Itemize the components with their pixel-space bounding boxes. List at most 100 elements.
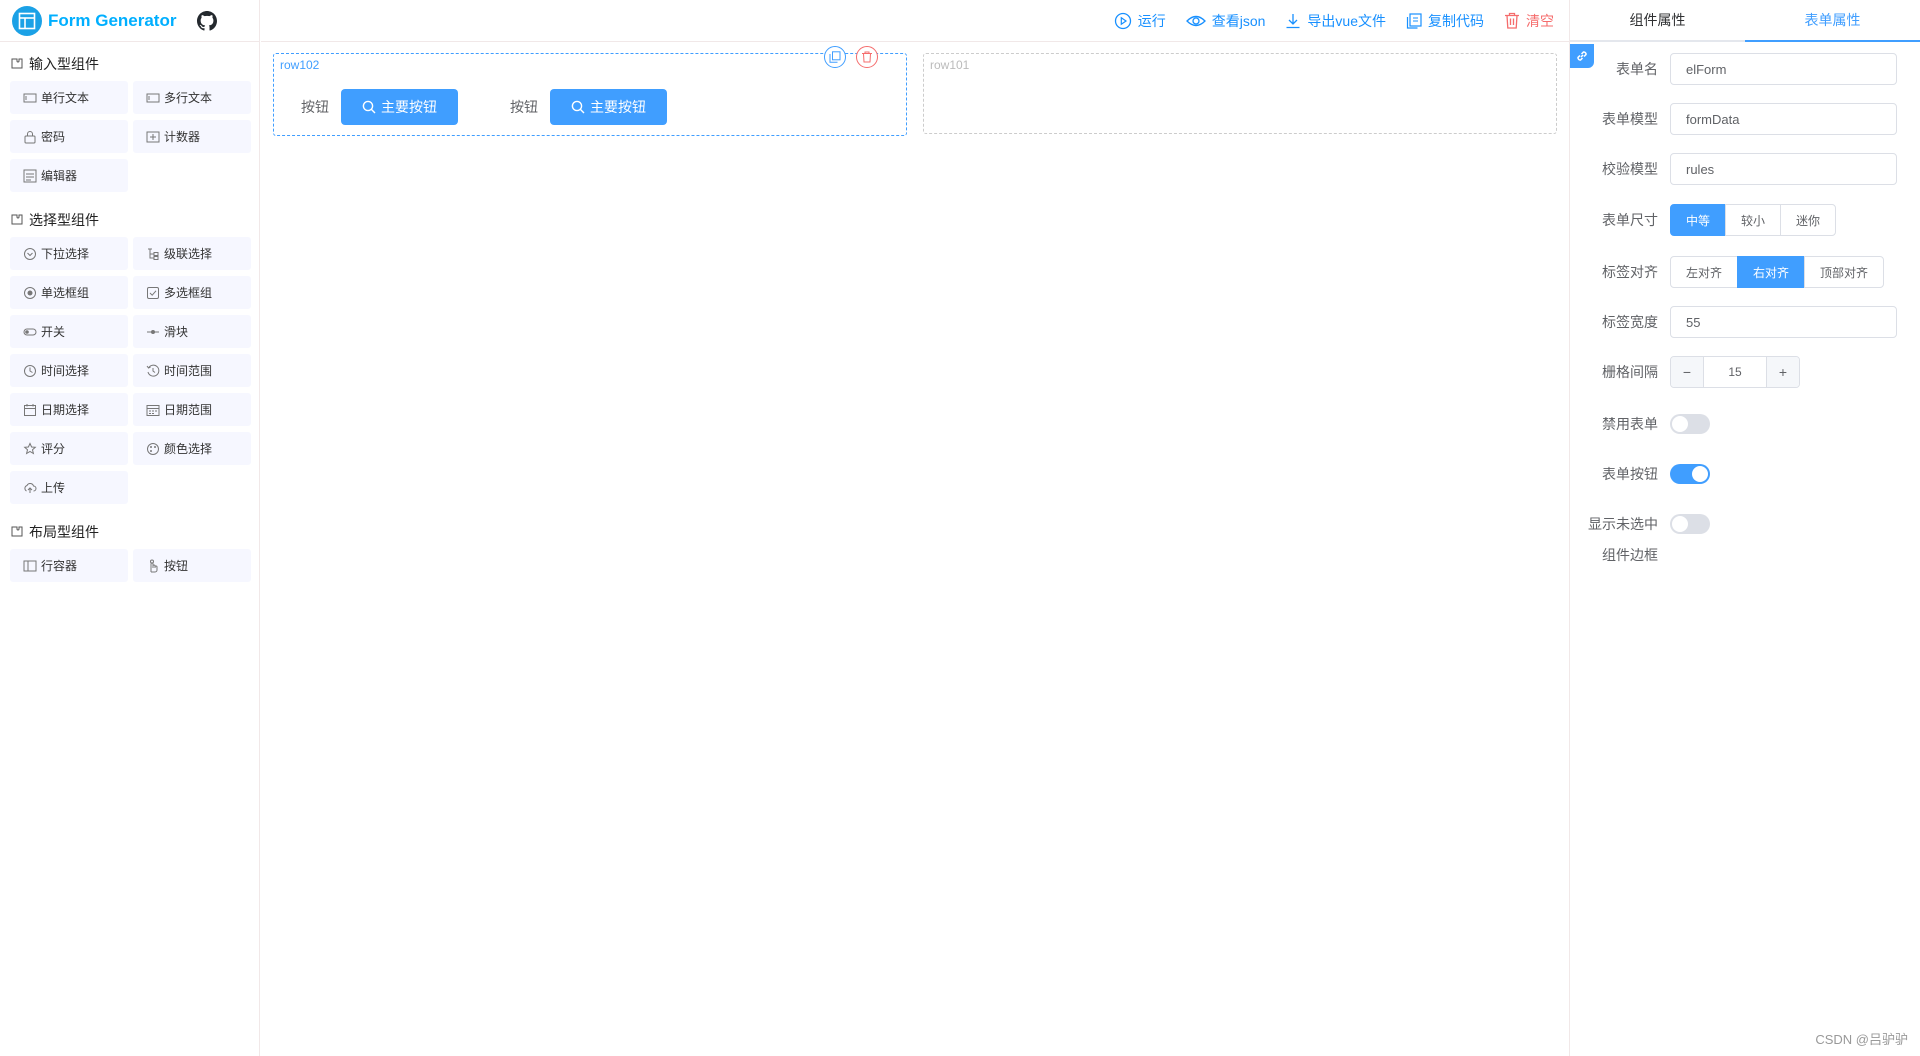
prop-label: 校验模型 [1602, 161, 1658, 177]
search-icon [571, 100, 585, 114]
component-item[interactable]: 时间选择 [10, 354, 128, 387]
component-item[interactable]: 上传 [10, 471, 128, 504]
label-width-input[interactable]: 55 [1670, 306, 1897, 338]
editor-icon [23, 169, 37, 183]
tab-form-props[interactable]: 表单属性 [1745, 0, 1920, 42]
color-icon [146, 442, 160, 456]
component-item-label: 单行文本 [41, 91, 90, 105]
prop-form-size: 表单尺寸 中等 较小 迷你 [1570, 204, 1920, 236]
align-option-left[interactable]: 左对齐 [1670, 256, 1738, 288]
prop-gutter: 栅格间隔 − 15 + [1570, 356, 1920, 388]
component-category: 选择型组件 下拉选择 级联选择 单选框组 多选框组 开关 滑块 时间选择 时间范围 日期选择 日期范… [10, 210, 251, 504]
form-model-input[interactable]: formData [1670, 103, 1897, 135]
component-item[interactable]: 级联选择 [133, 237, 251, 270]
copy-code-button[interactable]: 复制代码 [1406, 11, 1484, 31]
component-item[interactable]: 颜色选择 [133, 432, 251, 465]
component-item[interactable]: 密码 [10, 120, 128, 153]
component-item[interactable]: 单行文本 [10, 81, 128, 114]
form-canvas[interactable]: row102 按钮 主要按钮 按钮 主要按钮 row101 [261, 43, 1569, 1056]
primary-button[interactable]: 主要按钮 [341, 89, 458, 125]
logo-bar: Form Generator [0, 0, 259, 42]
rules-model-input[interactable]: rules [1670, 153, 1897, 185]
component-item-label: 开关 [41, 325, 66, 339]
size-option-small[interactable]: 较小 [1725, 204, 1781, 236]
trash-icon [1505, 12, 1519, 29]
clear-label: 清空 [1526, 12, 1554, 29]
property-tabs: 组件属性 表单属性 [1570, 0, 1920, 42]
component-item[interactable]: 下拉选择 [10, 237, 128, 270]
component-item[interactable]: 行容器 [10, 549, 128, 582]
component-item-label: 日期选择 [41, 403, 90, 417]
prop-label: 表单模型 [1602, 111, 1658, 127]
run-label: 运行 [1137, 12, 1166, 29]
component-item[interactable]: 单选框组 [10, 276, 128, 309]
tab-component-props[interactable]: 组件属性 [1570, 0, 1745, 40]
form-buttons-switch[interactable] [1670, 464, 1710, 484]
component-item[interactable]: 评分 [10, 432, 128, 465]
decrement-button[interactable]: − [1671, 357, 1704, 387]
increment-button[interactable]: + [1766, 357, 1799, 387]
prop-form-buttons: 表单按钮 [1570, 464, 1920, 484]
align-option-top[interactable]: 顶部对齐 [1804, 256, 1884, 288]
password-icon [23, 130, 37, 144]
component-grid: 下拉选择 级联选择单选框组 多选框组开关 滑块 时间选择 时间范围日期选择 日期范围评分 颜色… [10, 237, 251, 504]
view-json-label: 查看json [1211, 12, 1266, 29]
component-item[interactable]: 多选框组 [133, 276, 251, 309]
component-item[interactable]: 编辑器 [10, 159, 128, 192]
component-item[interactable]: 日期范围 [133, 393, 251, 426]
prop-label: 组件边框 [1602, 547, 1658, 563]
export-vue-label: 导出vue文件 [1307, 12, 1386, 29]
download-icon [1286, 13, 1300, 28]
properties-panel: 组件属性 表单属性 表单名 elForm 表单模型 formData 校验模型 … [1569, 0, 1920, 1056]
component-item-label: 单选框组 [41, 286, 90, 300]
export-vue-button[interactable]: 导出vue文件 [1285, 11, 1386, 31]
prop-label: 表单按钮 [1602, 466, 1658, 482]
copy-row-button[interactable] [824, 46, 846, 68]
copy-icon [829, 51, 841, 63]
primary-button[interactable]: 主要按钮 [550, 89, 667, 125]
unfocused-border-switch[interactable] [1670, 514, 1710, 534]
row-container[interactable]: row101 [923, 53, 1557, 134]
primary-button-label: 主要按钮 [590, 99, 646, 115]
row-label: row101 [930, 58, 970, 72]
component-item[interactable]: 按钮 [133, 549, 251, 582]
switch-icon [23, 325, 37, 339]
component-item[interactable]: 计数器 [133, 120, 251, 153]
date-icon [23, 403, 37, 417]
size-option-medium[interactable]: 中等 [1670, 204, 1726, 236]
prop-label: 禁用表单 [1602, 416, 1658, 432]
row-container-active[interactable]: row102 按钮 主要按钮 按钮 主要按钮 [273, 46, 907, 136]
disabled-switch[interactable] [1670, 414, 1710, 434]
component-grid: 行容器 按钮 [10, 549, 251, 582]
component-item-label: 编辑器 [41, 169, 78, 183]
text-input-icon [23, 91, 37, 105]
run-button[interactable]: 运行 [1114, 11, 1166, 31]
delete-row-button[interactable] [856, 46, 878, 68]
component-item-label: 评分 [41, 442, 66, 456]
prop-label-width: 标签宽度 55 [1570, 306, 1920, 338]
prop-disabled: 禁用表单 [1570, 414, 1920, 434]
prop-label: 表单尺寸 [1602, 212, 1658, 228]
component-item[interactable]: 开关 [10, 315, 128, 348]
row-icon [23, 559, 37, 573]
size-option-mini[interactable]: 迷你 [1780, 204, 1836, 236]
prop-label-align: 标签对齐 左对齐 右对齐 顶部对齐 [1570, 256, 1920, 288]
form-name-input[interactable]: elForm [1670, 53, 1897, 85]
component-item[interactable]: 滑块 [133, 315, 251, 348]
component-category: 布局型组件 行容器 按钮 [10, 522, 251, 582]
counter-icon [146, 130, 160, 144]
component-item-label: 下拉选择 [41, 247, 90, 261]
align-option-right[interactable]: 右对齐 [1737, 256, 1805, 288]
view-json-button[interactable]: 查看json [1185, 11, 1266, 31]
size-radio-group: 中等 较小 迷你 [1670, 204, 1836, 236]
button-field: 按钮 主要按钮 [301, 89, 458, 125]
component-item[interactable]: 日期选择 [10, 393, 128, 426]
gutter-value[interactable]: 15 [1704, 357, 1766, 387]
cascader-icon [146, 247, 160, 261]
component-item[interactable]: 多行文本 [133, 81, 251, 114]
component-item[interactable]: 时间范围 [133, 354, 251, 387]
github-icon[interactable] [196, 10, 218, 32]
clear-button[interactable]: 清空 [1504, 11, 1554, 31]
checkbox-icon [146, 286, 160, 300]
play-circle-icon [1114, 12, 1131, 29]
